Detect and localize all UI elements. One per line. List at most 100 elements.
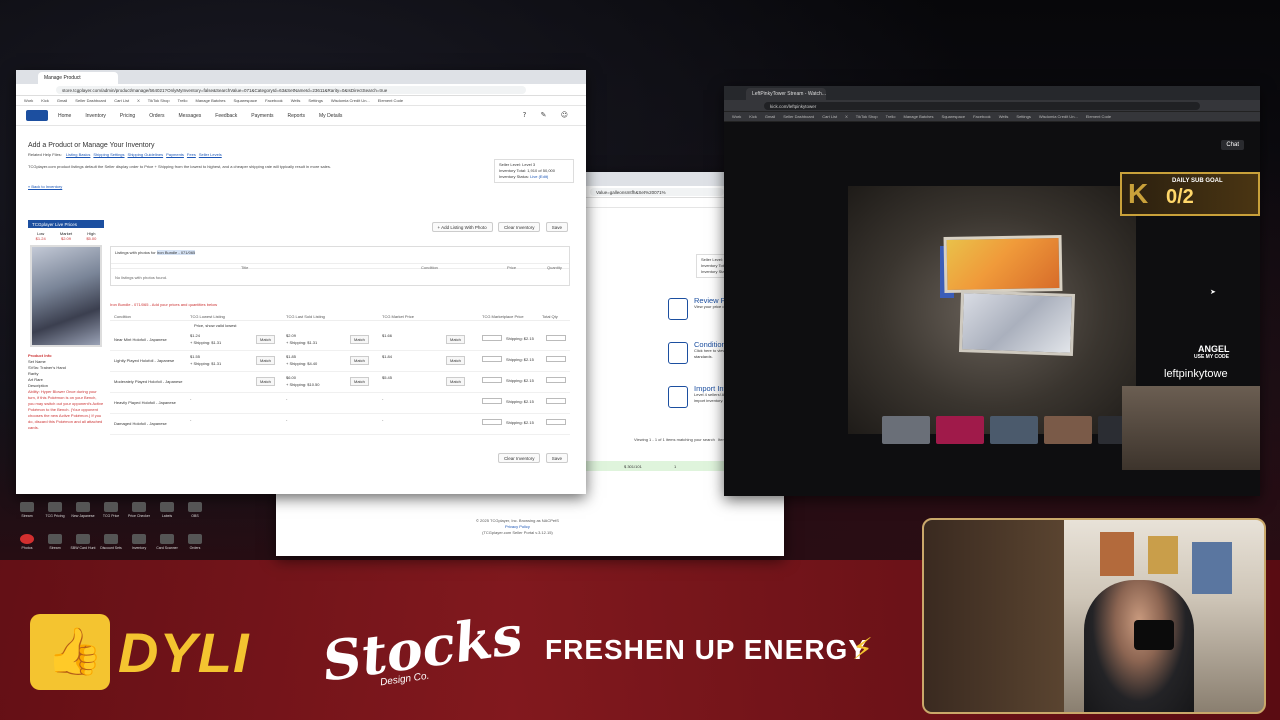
bookmark-item[interactable]: Work xyxy=(24,98,33,103)
match-button[interactable]: Match xyxy=(256,377,275,386)
nav-item-home[interactable]: Home xyxy=(58,113,71,119)
match-button[interactable]: Match xyxy=(256,356,275,365)
desktop-icon[interactable]: Inventory xyxy=(126,534,152,550)
nav-item-messages[interactable]: Messages xyxy=(179,113,202,119)
help-link[interactable]: Fees xyxy=(187,152,196,157)
match-button[interactable]: Match xyxy=(256,335,275,344)
desktop-icon[interactable]: Labels xyxy=(154,502,180,518)
bookmark-item[interactable]: X xyxy=(845,114,848,119)
desktop-icon[interactable]: TCG Pricing xyxy=(42,502,68,518)
direct-note[interactable]: Price, show valid lowest xyxy=(194,323,236,328)
desktop-icon[interactable]: Stream xyxy=(14,502,40,518)
add-listing-photo-button[interactable]: + Add Listing With Photo xyxy=(431,222,493,232)
bookmark-item[interactable]: Manage Batches xyxy=(196,98,226,103)
bookmark-item[interactable]: Wisdomia Credit Un... xyxy=(331,98,370,103)
desktop-icon[interactable]: OBS xyxy=(182,502,208,518)
help-link[interactable]: Shipping Settings xyxy=(93,152,124,157)
secondary-url-text[interactable]: Value=galleonsmtfh&Set%20071% xyxy=(590,188,724,196)
desktop-icon[interactable]: Orders xyxy=(182,534,208,550)
main-url-bar[interactable]: store.tcgplayer.com/admin/product/manage… xyxy=(16,84,586,96)
kick-url-bar[interactable]: kick.com/leftpinkytower xyxy=(724,100,1260,112)
avatar[interactable] xyxy=(936,416,984,444)
desktop-icon[interactable]: SBW Card Hunt xyxy=(70,534,96,550)
kick-stream-window[interactable]: LeftPinkyTower Stream - Watch... kick.co… xyxy=(724,86,1260,496)
inventory-status-link[interactable]: Live (Edit) xyxy=(530,174,548,179)
match-button[interactable]: Match xyxy=(350,356,369,365)
avatar[interactable] xyxy=(882,416,930,444)
bookmark-item[interactable]: TikTok Shop xyxy=(856,114,878,119)
nav-item-payments[interactable]: Payments xyxy=(251,113,273,119)
nav-item-pricing[interactable]: Pricing xyxy=(120,113,135,119)
match-button[interactable]: Match xyxy=(446,377,465,386)
bookmark-item[interactable]: Manage Batches xyxy=(904,114,934,119)
marketplace-price-input[interactable] xyxy=(482,419,502,425)
nav-item-my-details[interactable]: My Details xyxy=(319,113,342,119)
bookmark-item[interactable]: TikTok Shop xyxy=(148,98,170,103)
tab-kick-stream[interactable]: LeftPinkyTower Stream - Watch... xyxy=(746,88,826,100)
nav-item-inventory[interactable]: Inventory xyxy=(85,113,106,119)
bookmark-item[interactable]: Seller Dashboard xyxy=(783,114,814,119)
save-button[interactable]: Save xyxy=(545,222,568,232)
bookmark-item[interactable]: Gmail xyxy=(765,114,775,119)
bookmark-item[interactable]: Wells xyxy=(291,98,301,103)
kick-url-text[interactable]: kick.com/leftpinkytower xyxy=(764,102,1200,110)
desktop-icon[interactable]: New Japanese xyxy=(70,502,96,518)
bookmark-item[interactable]: Wisdomia Credit Un... xyxy=(1039,114,1078,119)
quantity-input[interactable] xyxy=(546,398,566,404)
save-button-bottom[interactable]: Save xyxy=(545,453,568,463)
quantity-input[interactable] xyxy=(546,377,566,383)
bookmark-item[interactable]: Work xyxy=(732,114,741,119)
clear-inventory-button[interactable]: Clear Inventory xyxy=(497,222,541,232)
user-icon[interactable]: ☺ xyxy=(561,111,568,119)
bookmark-item[interactable]: Facebook xyxy=(265,98,283,103)
quantity-input[interactable] xyxy=(546,419,566,425)
marketplace-price-input[interactable] xyxy=(482,398,502,404)
back-to-inventory-link[interactable]: « Back to Inventory xyxy=(28,184,62,189)
bookmark-item[interactable]: Cart List xyxy=(114,98,129,103)
match-button[interactable]: Match xyxy=(446,335,465,344)
marketplace-price-input[interactable] xyxy=(482,335,502,341)
main-url-text[interactable]: store.tcgplayer.com/admin/product/manage… xyxy=(56,86,526,94)
match-button[interactable]: Match xyxy=(350,335,369,344)
edit-icon[interactable]: ✎ xyxy=(541,111,547,119)
bookmark-item[interactable]: Settings xyxy=(1016,114,1030,119)
tcg-manage-window[interactable]: Manage Product store.tcgplayer.com/admin… xyxy=(16,70,586,494)
desktop-icon[interactable]: Card Scanner xyxy=(154,534,180,550)
desktop-icon[interactable]: Discount Sets xyxy=(98,534,124,550)
marketplace-price-input[interactable] xyxy=(482,377,502,383)
help-link[interactable]: Shipping Guidelines xyxy=(128,152,164,157)
bookmark-item[interactable]: Element Code xyxy=(1086,114,1111,119)
help-link[interactable]: Listing Basics xyxy=(66,152,90,157)
match-button[interactable]: Match xyxy=(350,377,369,386)
bookmark-item[interactable]: Trello xyxy=(886,114,896,119)
avatar[interactable] xyxy=(1044,416,1092,444)
card-image[interactable] xyxy=(30,245,102,347)
bookmark-item[interactable]: X xyxy=(137,98,140,103)
bookmark-item[interactable]: Wells xyxy=(999,114,1009,119)
help-icon[interactable]: ? xyxy=(523,111,527,119)
marketplace-price-input[interactable] xyxy=(482,356,502,362)
chat-button[interactable]: Chat xyxy=(1221,140,1244,150)
bookmark-item[interactable]: Facebook xyxy=(973,114,991,119)
quantity-input[interactable] xyxy=(546,335,566,341)
clear-inventory-button-bottom[interactable]: Clear Inventory xyxy=(497,453,541,463)
bookmark-item[interactable]: Squarespace xyxy=(234,98,258,103)
match-button[interactable]: Match xyxy=(446,356,465,365)
bookmark-item[interactable]: Gmail xyxy=(57,98,67,103)
desktop-icon[interactable]: Stream xyxy=(42,534,68,550)
desktop-icon[interactable]: TCG Price xyxy=(98,502,124,518)
bookmark-item[interactable]: Element Code xyxy=(378,98,403,103)
bookmark-item[interactable]: Trello xyxy=(178,98,188,103)
help-link[interactable]: Seller Levels xyxy=(199,152,222,157)
nav-item-orders[interactable]: Orders xyxy=(149,113,164,119)
tcgplayer-logo[interactable] xyxy=(26,110,48,121)
quantity-input[interactable] xyxy=(546,356,566,362)
help-link[interactable]: Payments xyxy=(166,152,184,157)
bookmark-item[interactable]: Kick xyxy=(41,98,49,103)
bookmark-item[interactable]: Squarespace xyxy=(942,114,966,119)
nav-item-reports[interactable]: Reports xyxy=(288,113,306,119)
avatar[interactable] xyxy=(990,416,1038,444)
tab-manage-product[interactable]: Manage Product xyxy=(38,72,118,84)
nav-item-feedback[interactable]: Feedback xyxy=(215,113,237,119)
desktop-icon[interactable]: Price Checker xyxy=(126,502,152,518)
